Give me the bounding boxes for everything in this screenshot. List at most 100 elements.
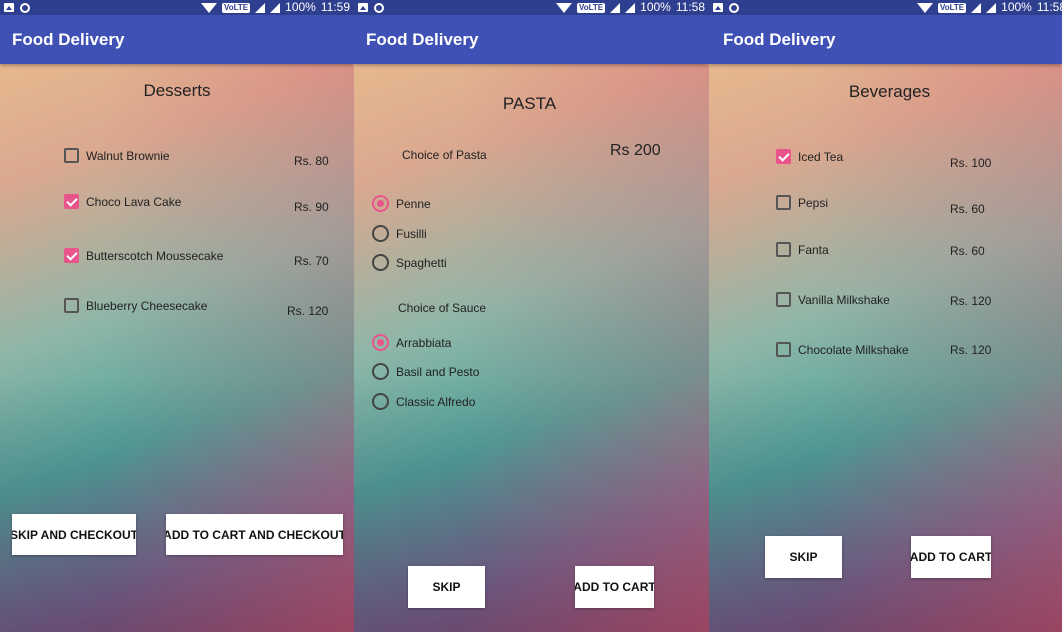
dessert-checkbox-choco-lava-cake[interactable]: Choco Lava Cake <box>64 194 181 209</box>
beverage-checkbox-pepsi[interactable]: Pepsi <box>776 195 828 210</box>
status-bar: VoLTE 100% 11:58 <box>354 0 709 15</box>
skip-button[interactable]: SKIP <box>765 536 842 578</box>
radio-fusilli[interactable]: Fusilli <box>372 225 427 242</box>
item-price: Rs. 120 <box>287 304 329 318</box>
item-price: Rs. 60 <box>950 202 985 216</box>
beverage-checkbox-chocolate-milkshake[interactable]: Chocolate Milkshake <box>776 342 909 357</box>
signal-icon <box>610 2 621 13</box>
checkbox-icon[interactable] <box>64 298 79 313</box>
desserts-screen: VoLTE 100% 11:59 Food Delivery Desserts … <box>0 0 354 632</box>
checkbox-checked-icon[interactable] <box>64 194 79 209</box>
item-price: Rs. 120 <box>950 294 992 308</box>
option-label: Fusilli <box>396 226 427 241</box>
wifi-icon <box>556 2 572 13</box>
app-title: Food Delivery <box>366 30 479 49</box>
beverage-checkbox-fanta[interactable]: Fanta <box>776 242 829 257</box>
battery-level: 100% <box>285 0 316 14</box>
choice-of-sauce-label: Choice of Sauce <box>398 301 487 315</box>
radio-icon[interactable] <box>372 363 389 380</box>
status-bar: VoLTE 100% 11:59 <box>0 0 354 15</box>
wifi-icon <box>201 2 217 13</box>
battery-level: 100% <box>640 0 671 14</box>
radio-icon[interactable] <box>372 254 389 271</box>
clock: 11:58 <box>1036 0 1062 14</box>
dessert-checkbox-butterscotch-moussecake[interactable]: Butterscotch Moussecake <box>64 248 223 263</box>
volte-icon: VoLTE <box>938 2 967 13</box>
checkbox-checked-icon[interactable] <box>64 248 79 263</box>
signal-icon <box>270 2 281 13</box>
option-label: Basil and Pesto <box>396 364 480 379</box>
radio-spaghetti[interactable]: Spaghetti <box>372 254 447 271</box>
beverage-checkbox-vanilla-milkshake[interactable]: Vanilla Milkshake <box>776 292 890 307</box>
option-label: Spaghetti <box>396 255 447 270</box>
skip-button[interactable]: SKIP <box>408 566 485 608</box>
radio-basil-and-pesto[interactable]: Basil and Pesto <box>372 363 479 380</box>
volte-icon: VoLTE <box>577 2 606 13</box>
radio-penne[interactable]: Penne <box>372 195 431 212</box>
battery-level: 100% <box>1001 0 1032 14</box>
item-label: Butterscotch Moussecake <box>86 248 224 263</box>
radio-selected-icon[interactable] <box>372 195 389 212</box>
radio-classic-alfredo[interactable]: Classic Alfredo <box>372 393 475 410</box>
circle-notification-icon <box>374 2 384 13</box>
item-label: Walnut Brownie <box>86 148 170 163</box>
dessert-checkbox-blueberry-cheesecake[interactable]: Blueberry Cheesecake <box>64 298 207 313</box>
radio-icon[interactable] <box>372 225 389 242</box>
checkbox-icon[interactable] <box>64 148 79 163</box>
circle-notification-icon <box>20 2 30 13</box>
content-area: Desserts Walnut Brownie Rs. 80 Choco Lav… <box>0 64 354 632</box>
radio-arrabbiata[interactable]: Arrabbiata <box>372 334 451 351</box>
item-label: Choco Lava Cake <box>86 194 182 209</box>
add-to-cart-button[interactable]: ADD TO CART <box>911 536 991 578</box>
signal-icon <box>971 2 982 13</box>
signal-icon <box>255 2 266 13</box>
image-notification-icon <box>4 3 14 12</box>
section-heading: Beverages <box>848 82 931 101</box>
add-to-cart-button[interactable]: ADD TO CART <box>575 566 654 608</box>
signal-icon <box>625 2 636 13</box>
checkbox-icon[interactable] <box>776 242 791 257</box>
dessert-checkbox-walnut-brownie[interactable]: Walnut Brownie <box>64 148 170 163</box>
item-label: Chocolate Milkshake <box>798 342 909 357</box>
clock: 11:58 <box>675 0 705 14</box>
app-title: Food Delivery <box>12 30 125 49</box>
item-label: Iced Tea <box>798 149 844 164</box>
checkbox-icon[interactable] <box>776 195 791 210</box>
item-price: Rs. 100 <box>950 156 992 170</box>
beverage-checkbox-iced-tea[interactable]: Iced Tea <box>776 149 843 164</box>
skip-and-checkout-button[interactable]: SKIP AND CHECKOUT <box>12 514 136 555</box>
item-label: Pepsi <box>798 195 829 210</box>
checkbox-checked-icon[interactable] <box>776 149 791 164</box>
image-notification-icon <box>358 3 368 12</box>
volte-icon: VoLTE <box>222 2 251 13</box>
app-bar: Food Delivery <box>709 15 1062 64</box>
app-bar: Food Delivery <box>354 15 709 64</box>
checkbox-icon[interactable] <box>776 292 791 307</box>
app-bar: Food Delivery <box>0 15 354 64</box>
option-label: Arrabbiata <box>396 335 452 350</box>
item-label: Vanilla Milkshake <box>798 292 890 307</box>
item-price: Rs. 70 <box>294 254 329 268</box>
section-heading: Desserts <box>143 81 211 100</box>
image-notification-icon <box>713 3 723 12</box>
content-area: PASTA Choice of Pasta Rs 200 Penne Fusil… <box>354 64 709 632</box>
option-label: Penne <box>396 196 431 211</box>
radio-selected-icon[interactable] <box>372 334 389 351</box>
radio-icon[interactable] <box>372 393 389 410</box>
option-label: Classic Alfredo <box>396 394 476 409</box>
wifi-icon <box>917 2 933 13</box>
signal-icon <box>986 2 997 13</box>
content-area: Beverages Iced Tea Rs. 100 Pepsi Rs. 60 … <box>709 64 1062 632</box>
checkbox-icon[interactable] <box>776 342 791 357</box>
section-heading: PASTA <box>502 94 557 113</box>
pasta-screen: VoLTE 100% 11:58 Food Delivery PASTA Cho… <box>354 0 709 632</box>
item-price: Rs. 80 <box>294 154 329 168</box>
add-to-cart-and-checkout-button[interactable]: ADD TO CART AND CHECKOUT <box>166 514 343 555</box>
item-price: Rs. 60 <box>950 244 985 258</box>
item-label: Blueberry Cheesecake <box>86 298 208 313</box>
item-price: Rs. 120 <box>950 343 992 357</box>
choice-of-pasta-label: Choice of Pasta <box>402 148 487 162</box>
circle-notification-icon <box>729 2 739 13</box>
item-label: Fanta <box>798 242 829 257</box>
status-bar: VoLTE 100% 11:58 <box>709 0 1062 15</box>
